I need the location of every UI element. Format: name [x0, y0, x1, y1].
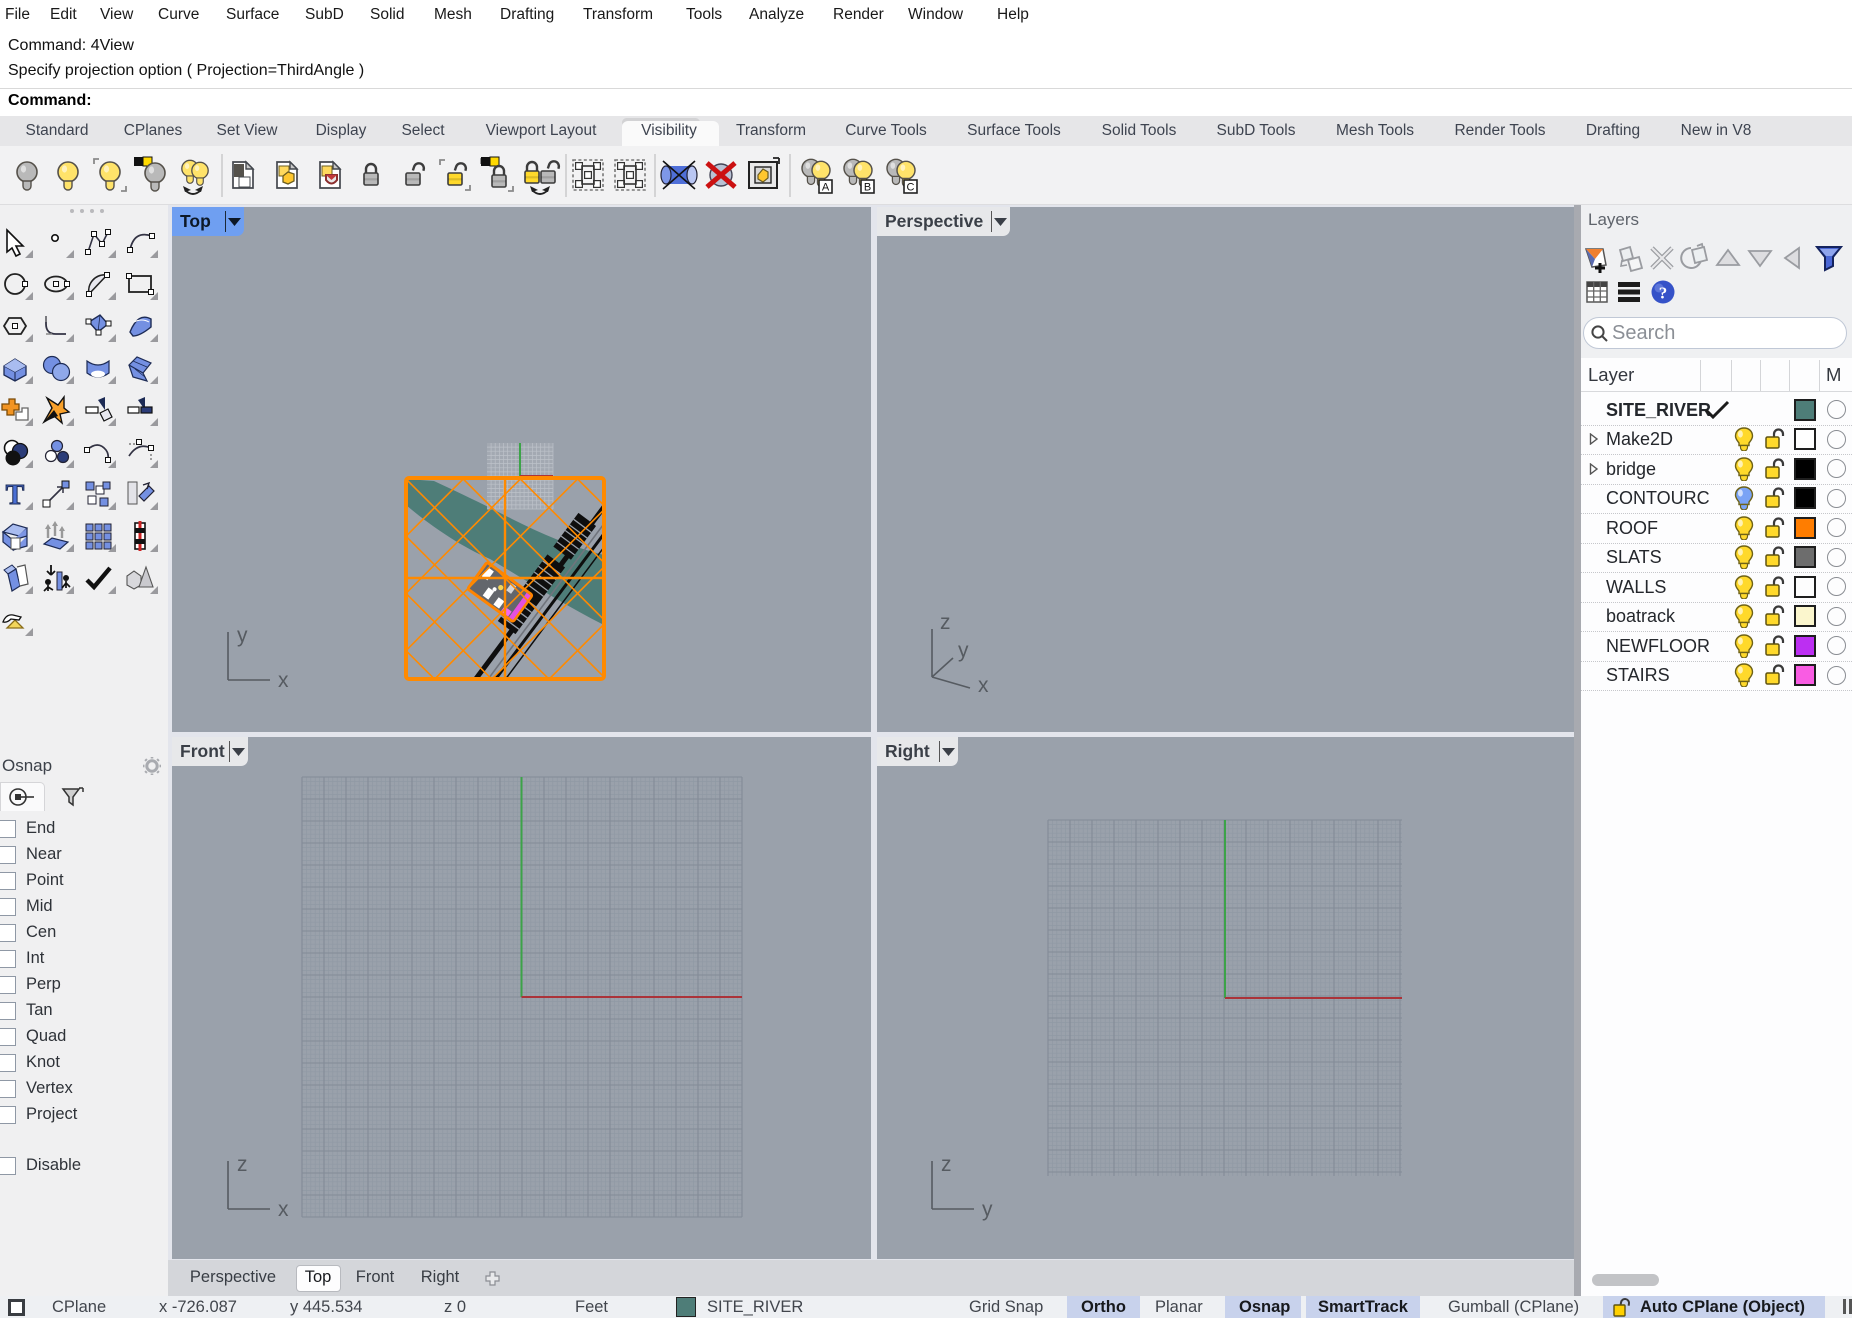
svg-text:B: B	[864, 182, 871, 194]
svg-text:x: x	[978, 674, 989, 697]
svg-text:x: x	[278, 1198, 289, 1221]
svg-text:A: A	[822, 182, 830, 194]
svg-text:?: ?	[1659, 284, 1668, 303]
svg-text:T: T	[6, 480, 25, 511]
svg-text:z: z	[941, 1153, 952, 1176]
svg-text:y: y	[958, 639, 969, 662]
svg-text:C: C	[907, 182, 915, 194]
svg-text:z: z	[940, 611, 951, 634]
svg-text:y: y	[982, 1198, 993, 1221]
svg-text:z: z	[237, 1153, 248, 1176]
